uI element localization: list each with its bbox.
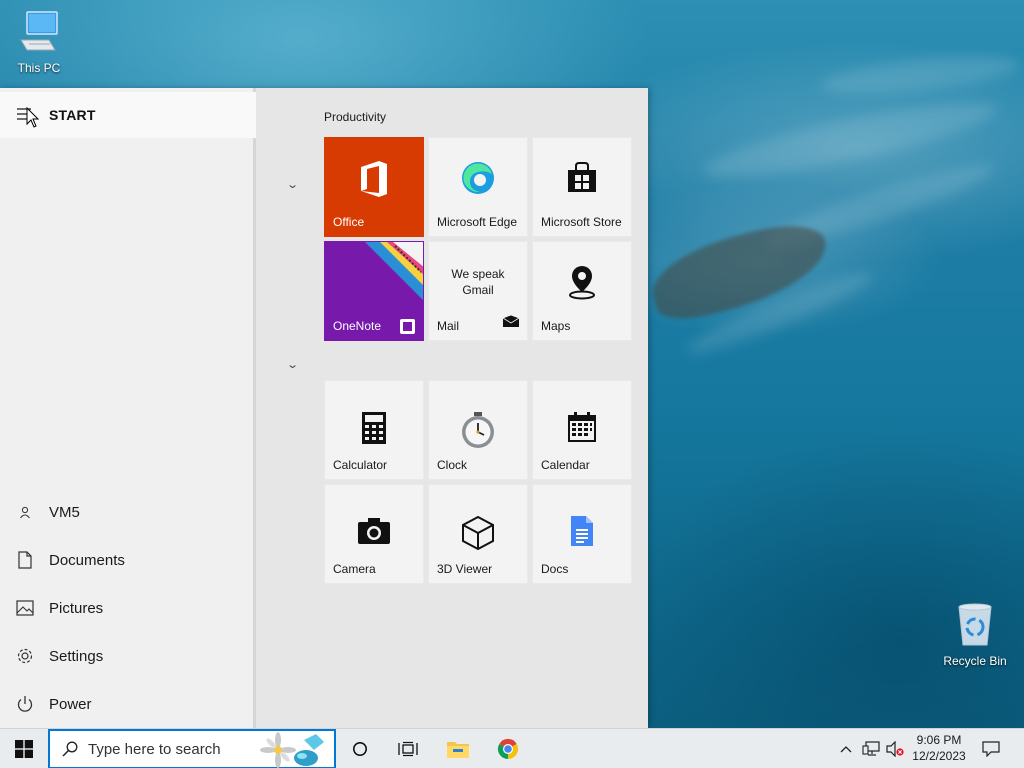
sidebar-item-power[interactable]: Power — [0, 680, 256, 728]
tile-calculator[interactable]: Calculator — [324, 380, 424, 480]
collapse-group-chevron-icon[interactable]: ⌄ — [286, 178, 299, 191]
taskbar-file-explorer[interactable] — [438, 729, 478, 768]
search-highlight-icon — [258, 732, 330, 768]
tile-label: OneNote — [333, 319, 382, 333]
desktop-icon-recycle-bin[interactable]: Recycle Bin — [937, 603, 1013, 668]
windows-logo-icon — [15, 740, 33, 758]
tile-calendar[interactable]: Calendar — [532, 380, 632, 480]
action-center-button[interactable] — [978, 729, 1004, 768]
mail-icon — [502, 314, 520, 332]
tile-area: Productivity ⌄ ⌄ Office Microsoft Edge M… — [259, 88, 648, 728]
show-hidden-icons-button[interactable] — [836, 729, 856, 768]
file-explorer-icon — [447, 742, 469, 758]
gear-icon — [16, 647, 34, 665]
taskbar-clock[interactable]: 9:06 PM 12/2/2023 — [906, 732, 972, 764]
tile-microsoft-edge[interactable]: Microsoft Edge — [428, 137, 528, 237]
tile-label: Calendar — [541, 458, 590, 472]
collapse-group-chevron-icon[interactable]: ⌄ — [286, 358, 299, 371]
network-button[interactable] — [860, 729, 882, 768]
sidebar-item-pictures[interactable]: Pictures — [0, 584, 256, 632]
tile-label: Microsoft Store — [541, 215, 622, 229]
sidebar-item-settings[interactable]: Settings — [0, 632, 256, 680]
search-icon — [62, 741, 78, 757]
task-view-button[interactable] — [388, 729, 428, 768]
tile-label: Maps — [541, 319, 571, 333]
docs-icon — [533, 515, 631, 547]
3d-viewer-icon — [429, 515, 527, 551]
desktop-icon-label: Recycle Bin — [943, 654, 1007, 668]
start-menu-title: START — [49, 107, 96, 123]
tile-maps[interactable]: Maps — [532, 241, 632, 341]
onenote-icon — [400, 319, 415, 334]
tile-onenote[interactable]: OneNote — [324, 241, 424, 341]
sidebar-item-label: VM5 — [49, 503, 80, 521]
start-menu-expand-button[interactable]: START — [0, 92, 256, 138]
taskbar-chrome[interactable] — [488, 729, 528, 768]
notification-icon — [982, 741, 1000, 757]
edge-icon — [429, 160, 527, 196]
clock-date: 12/2/2023 — [912, 749, 966, 763]
tile-clock[interactable]: Clock — [428, 380, 528, 480]
tile-label: Clock — [437, 458, 468, 472]
sidebar-item-user[interactable]: VM5 — [0, 488, 256, 536]
tile-3d-viewer[interactable]: 3D Viewer — [428, 484, 528, 584]
chrome-icon — [497, 738, 519, 760]
tile-office[interactable]: Office — [324, 137, 424, 237]
calendar-icon — [533, 411, 631, 443]
tile-label: Calculator — [333, 458, 388, 472]
windows-start-button[interactable] — [0, 729, 48, 768]
sidebar-item-documents[interactable]: Documents — [0, 536, 256, 584]
desktop-icon-this-pc[interactable]: This PC — [1, 10, 77, 75]
pictures-icon — [16, 599, 34, 617]
store-icon — [533, 160, 631, 194]
cortana-icon — [353, 742, 367, 756]
cortana-button[interactable] — [340, 729, 380, 768]
clock-icon — [429, 411, 527, 449]
chevron-up-icon — [840, 746, 852, 753]
tile-docs[interactable]: Docs — [532, 484, 632, 584]
search-input[interactable] — [88, 740, 258, 758]
clock-time: 9:06 PM — [916, 733, 962, 747]
office-icon — [325, 160, 423, 198]
this-pc-icon — [1, 10, 77, 57]
maps-icon — [533, 264, 631, 300]
tile-label: Docs — [541, 562, 569, 576]
power-icon — [16, 695, 34, 713]
taskbar: 9:06 PM 12/2/2023 — [0, 728, 1024, 768]
tile-label: 3D Viewer — [437, 562, 493, 576]
sidebar-item-label: Pictures — [49, 599, 104, 617]
mail-promo-text: We speak Gmail — [451, 267, 505, 297]
task-view-icon — [398, 741, 418, 757]
tile-label: Camera — [333, 562, 376, 576]
document-icon — [16, 551, 34, 569]
volume-button[interactable] — [884, 729, 906, 768]
tile-group-title: Productivity — [324, 110, 387, 124]
tile-label: Office — [333, 215, 365, 229]
hamburger-menu-icon — [16, 102, 42, 128]
volume-muted-icon — [886, 741, 904, 757]
start-menu: START VM5 Documents Pictures Settings Po… — [0, 88, 648, 728]
taskbar-search-box[interactable] — [48, 729, 336, 768]
network-icon — [862, 741, 880, 756]
calculator-icon — [325, 411, 423, 445]
tile-label: Mail — [437, 319, 460, 333]
tile-microsoft-store[interactable]: Microsoft Store — [532, 137, 632, 237]
tile-label: Microsoft Edge — [437, 215, 518, 229]
tile-camera[interactable]: Camera — [324, 484, 424, 584]
user-icon — [16, 503, 34, 521]
sidebar-item-label: Settings — [49, 647, 104, 665]
sidebar-item-label: Power — [49, 695, 92, 713]
sidebar-item-label: Documents — [49, 551, 125, 569]
tile-mail[interactable]: We speak Gmail Mail — [428, 241, 528, 341]
camera-icon — [325, 517, 423, 545]
recycle-bin-icon — [937, 603, 1013, 650]
desktop-icon-label: This PC — [17, 61, 61, 75]
start-menu-sidebar: START VM5 Documents Pictures Settings Po… — [0, 88, 256, 728]
